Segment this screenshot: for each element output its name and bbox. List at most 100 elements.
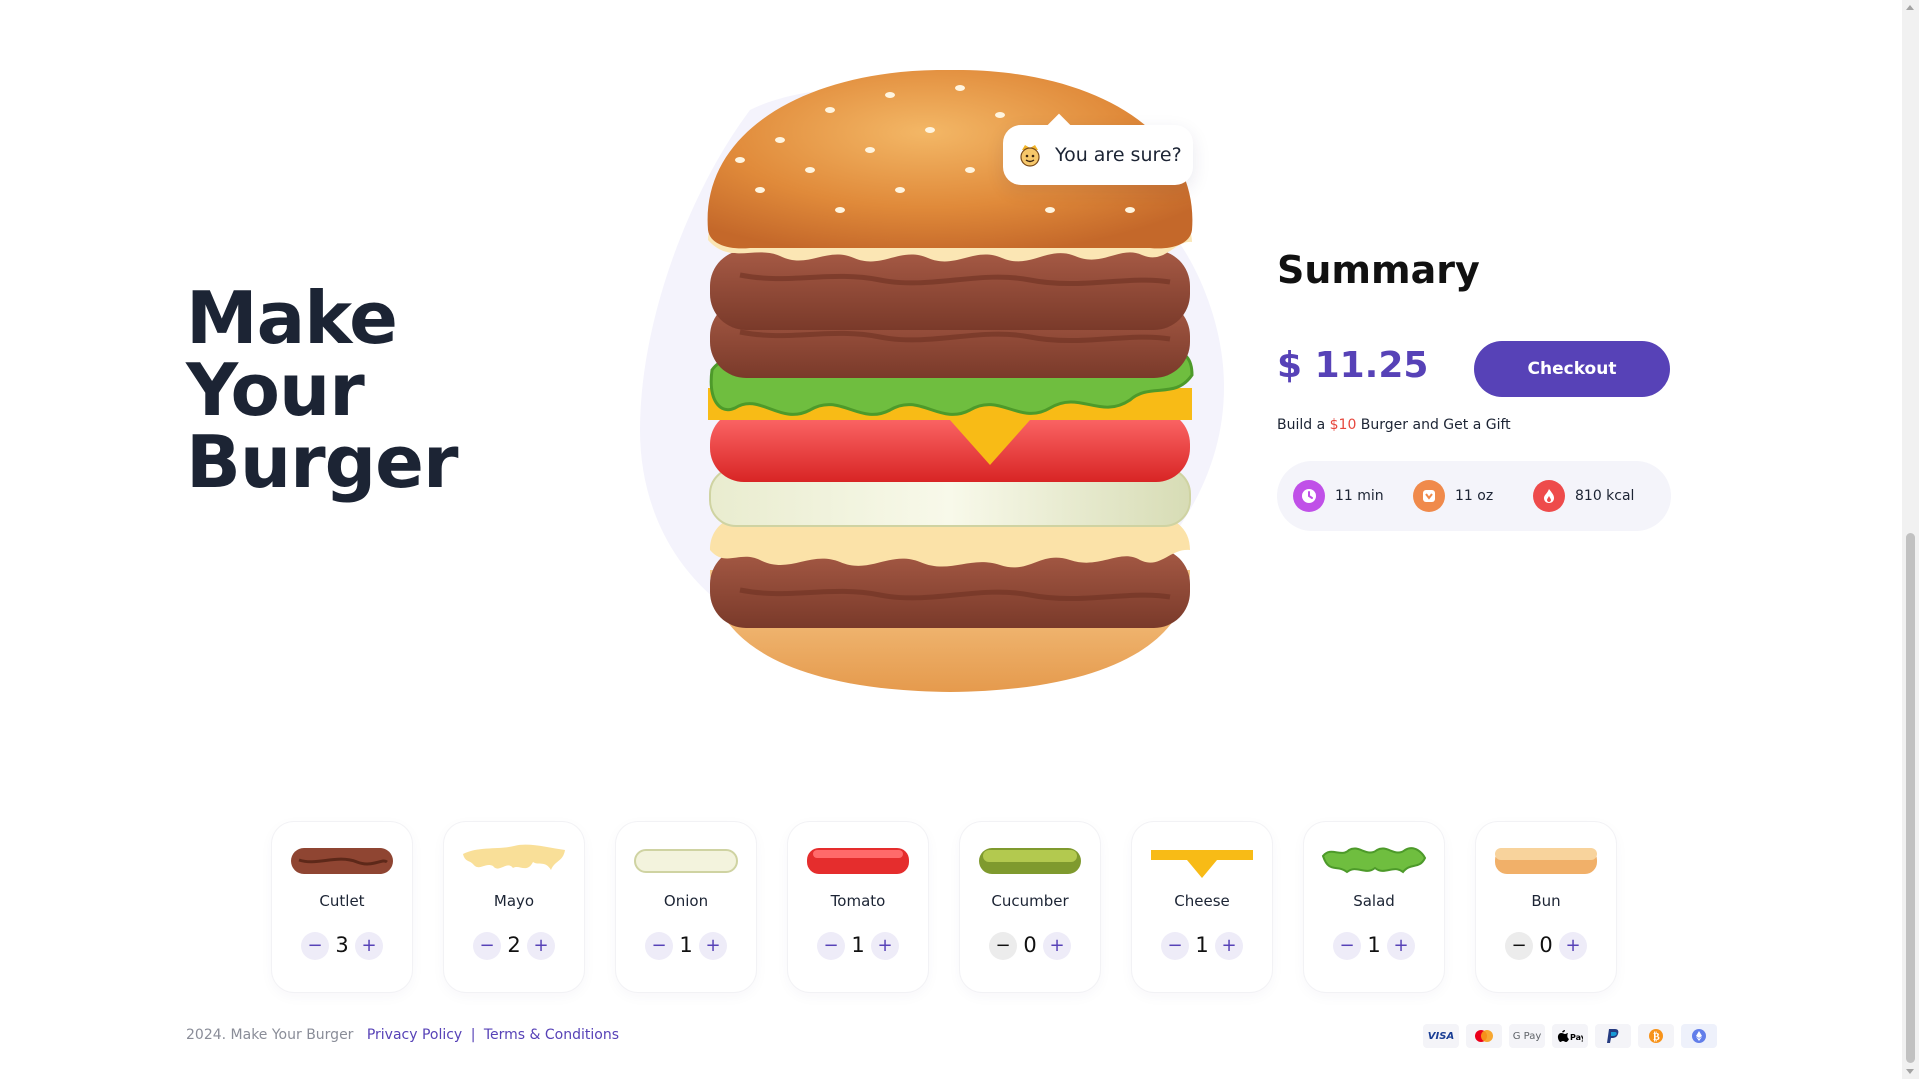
increase-button[interactable]: + (1043, 932, 1071, 960)
mastercard-icon (1466, 1024, 1502, 1048)
speech-bubble: You are sure? (1003, 125, 1193, 185)
page-title: Make Your Burger (186, 276, 459, 504)
burger-stats: 11 min 11 oz 810 kcal (1277, 461, 1671, 531)
ingredient-card-onion: Onion − 1 + (616, 822, 756, 992)
decrease-button[interactable]: − (1505, 932, 1533, 960)
title-line-1: Make (186, 276, 398, 360)
promo-suffix: Burger and Get a Gift (1356, 417, 1511, 433)
stat-calories: 810 kcal (1533, 479, 1634, 513)
cucumber-image (979, 848, 1081, 874)
quantity-stepper: − 1 + (1161, 932, 1243, 962)
decrease-button[interactable]: − (989, 932, 1017, 960)
decrease-button[interactable]: − (645, 932, 673, 960)
stat-calories-value: 810 kcal (1575, 488, 1635, 504)
stat-time: 11 min (1293, 479, 1384, 513)
ingredient-name: Cutlet (319, 892, 365, 910)
quantity-value: 3 (335, 933, 349, 957)
ingredient-card-cheese: Cheese − 1 + (1132, 822, 1272, 992)
decrease-button[interactable]: − (1333, 932, 1361, 960)
google-pay-icon: G Pay (1509, 1024, 1545, 1048)
ingredient-card-mayo: Mayo − 2 + (444, 822, 584, 992)
footer-separator: | (470, 1027, 476, 1043)
quantity-stepper: − 1 + (1333, 932, 1415, 962)
stat-weight-value: 11 oz (1455, 488, 1494, 504)
cutlet-image (291, 848, 393, 874)
quantity-value: 1 (1195, 933, 1209, 957)
clock-icon (1293, 480, 1325, 512)
fire-icon (1533, 480, 1565, 512)
quantity-value: 1 (851, 933, 865, 957)
quantity-stepper: − 3 + (301, 932, 383, 962)
ingredient-name: Salad (1353, 892, 1395, 910)
ingredient-name: Onion (663, 892, 709, 910)
increase-button[interactable]: + (527, 932, 555, 960)
increase-button[interactable]: + (1559, 932, 1587, 960)
promo-highlight: $10 (1329, 417, 1357, 433)
tomato-image (807, 848, 909, 874)
ingredient-name: Tomato (830, 892, 886, 910)
copyright-text: 2024. Make Your Burger (186, 1027, 354, 1043)
stat-time-value: 11 min (1335, 488, 1384, 504)
quantity-stepper: − 0 + (1505, 932, 1587, 962)
bitcoin-icon: ₿ (1638, 1024, 1674, 1048)
google-pay-label: G Pay (1512, 1030, 1542, 1042)
quantity-value: 1 (679, 933, 693, 957)
checkout-button[interactable]: Checkout (1474, 341, 1670, 397)
svg-text:₿: ₿ (1653, 1031, 1660, 1043)
ingredient-card-cucumber: Cucumber − 0 + (960, 822, 1100, 992)
quantity-value: 0 (1539, 933, 1553, 957)
chef-face-icon (1020, 145, 1040, 167)
title-line-3: Burger (186, 420, 459, 504)
ethereum-icon (1681, 1024, 1717, 1048)
vertical-scrollbar[interactable] (1902, 0, 1919, 1079)
tomato-slice (710, 410, 1190, 482)
ingredient-name: Mayo (493, 892, 535, 910)
ingredient-card-cutlet: Cutlet − 3 + (272, 822, 412, 992)
ingredient-card-bun: Bun − 0 + (1476, 822, 1616, 992)
increase-button[interactable]: + (699, 932, 727, 960)
quantity-stepper: − 2 + (473, 932, 555, 962)
decrease-button[interactable]: − (817, 932, 845, 960)
bun-image (1495, 848, 1597, 874)
quantity-value: 0 (1023, 933, 1037, 957)
privacy-policy-link[interactable]: Privacy Policy (367, 1027, 462, 1043)
increase-button[interactable]: + (871, 932, 899, 960)
increase-button[interactable]: + (355, 932, 383, 960)
salad-image (1321, 847, 1427, 874)
visa-label: VISA (1427, 1030, 1455, 1042)
promo-text: Build a $10 Burger and Get a Gift (1277, 417, 1511, 433)
quantity-stepper: − 1 + (817, 932, 899, 962)
scrollbar-thumb[interactable] (1906, 533, 1915, 1063)
weight-icon (1413, 480, 1445, 512)
visa-icon: VISA (1423, 1024, 1459, 1048)
ingredient-card-salad: Salad − 1 + (1304, 822, 1444, 992)
total-price: $ 11.25 (1277, 345, 1429, 386)
summary-heading: Summary (1277, 248, 1480, 292)
ingredient-name: Cucumber (991, 892, 1069, 910)
ingredient-name: Bun (1531, 892, 1561, 910)
decrease-button[interactable]: − (301, 932, 329, 960)
stat-weight: 11 oz (1413, 479, 1493, 513)
quantity-stepper: − 1 + (645, 932, 727, 962)
decrease-button[interactable]: − (1161, 932, 1189, 960)
footer: 2024. Make Your Burger Privacy Policy | … (186, 1027, 619, 1043)
promo-prefix: Build a (1277, 417, 1330, 433)
increase-button[interactable]: + (1387, 932, 1415, 960)
terms-link[interactable]: Terms & Conditions (484, 1027, 619, 1043)
quantity-value: 1 (1367, 933, 1381, 957)
apple-pay-icon: Pay (1552, 1024, 1588, 1048)
paypal-icon (1595, 1024, 1631, 1048)
mayo-image (463, 844, 565, 870)
tooltip-text: You are sure? (1055, 144, 1182, 166)
cutlet-1 (710, 250, 1190, 330)
ingredient-name: Cheese (1174, 892, 1230, 910)
onion-image (634, 849, 738, 873)
title-line-2: Your (186, 348, 365, 432)
scroll-up-arrow-icon[interactable] (1906, 5, 1914, 10)
increase-button[interactable]: + (1215, 932, 1243, 960)
ingredient-card-tomato: Tomato − 1 + (788, 822, 928, 992)
cheese-image (1151, 850, 1253, 878)
decrease-button[interactable]: − (473, 932, 501, 960)
scroll-down-arrow-icon[interactable] (1906, 1069, 1914, 1074)
quantity-stepper: − 0 + (989, 932, 1071, 962)
